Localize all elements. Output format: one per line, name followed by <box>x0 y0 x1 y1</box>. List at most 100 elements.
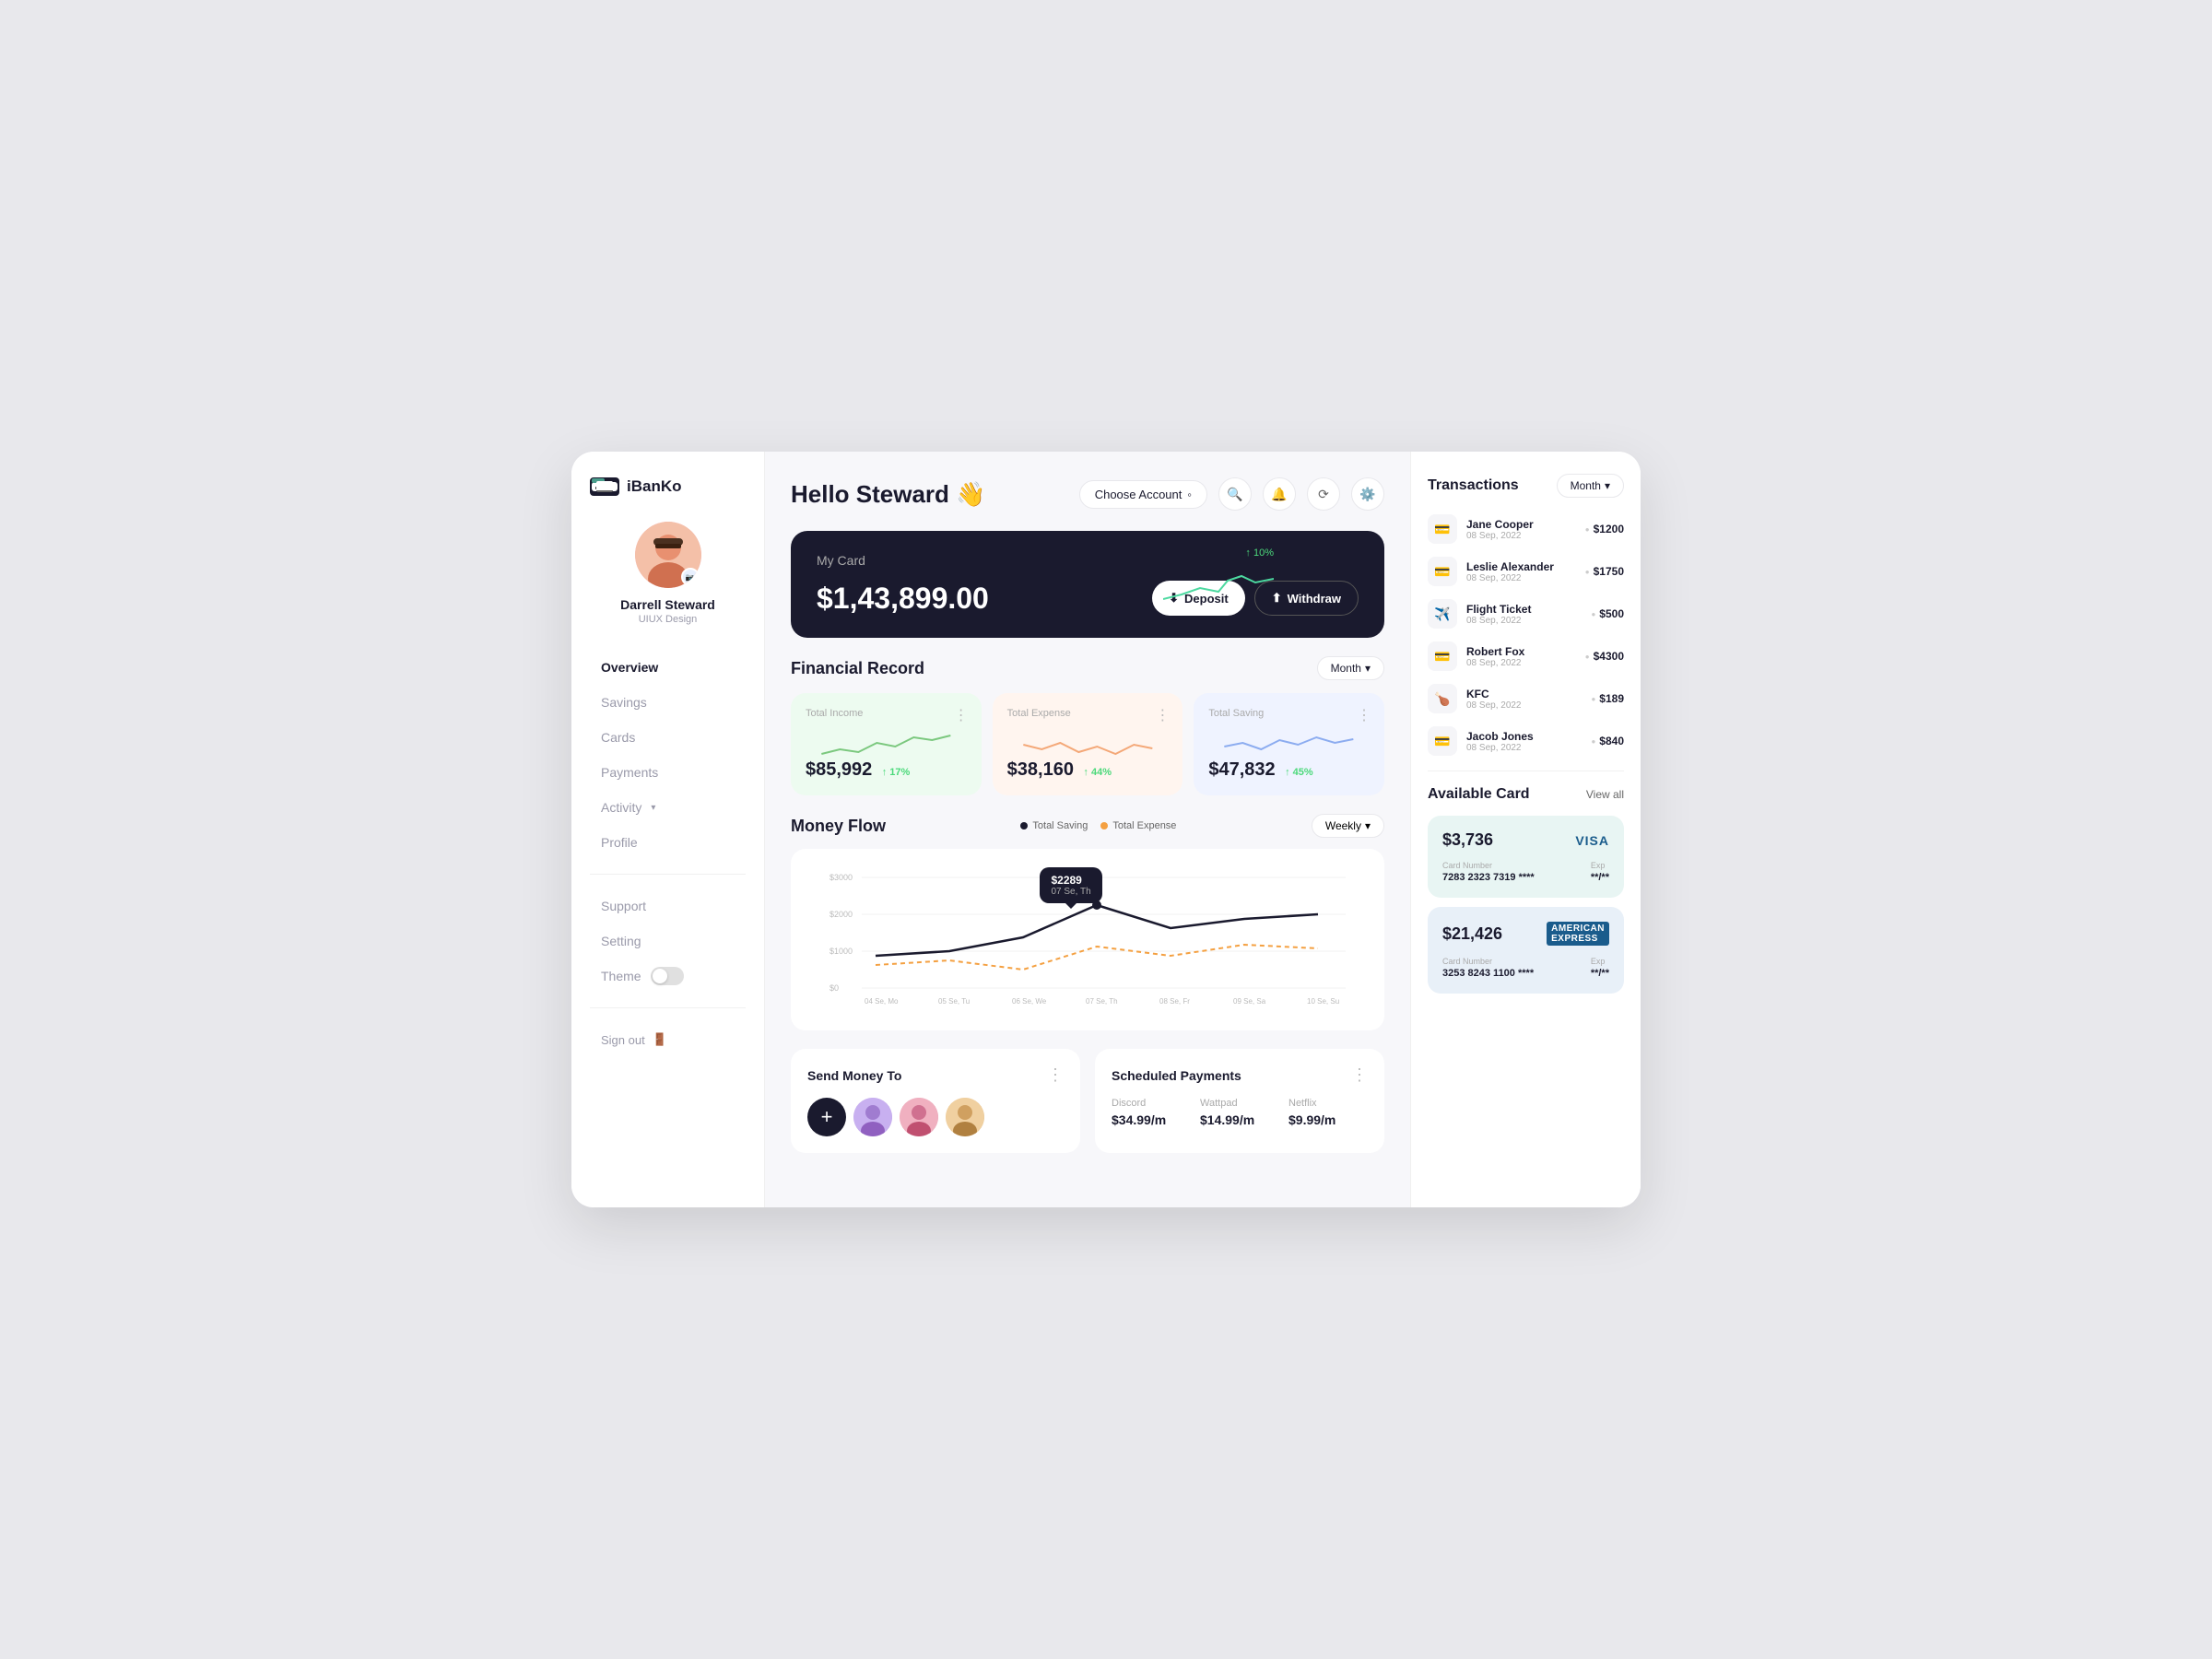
recipient-avatar-1[interactable] <box>853 1098 892 1136</box>
transaction-name-1: Leslie Alexander <box>1466 560 1576 573</box>
sidebar-item-label-savings: Savings <box>601 695 647 710</box>
main-header: Hello Steward 👋 Choose Account ◦ 🔍 🔔 ⟳ ⚙… <box>791 477 1384 511</box>
expense-card-menu[interactable]: ⋮ <box>1155 706 1170 724</box>
transactions-month-button[interactable]: Month ▾ <box>1557 474 1624 498</box>
sidebar-item-profile[interactable]: Profile <box>590 826 746 859</box>
saving-mini-chart <box>1208 726 1370 759</box>
amex-number-label: Card Number <box>1442 957 1534 966</box>
transaction-icon-flight: ✈️ <box>1428 599 1457 629</box>
toggle-thumb <box>653 969 667 983</box>
profile-name: Darrell Steward <box>620 597 715 612</box>
transaction-info-flight: Flight Ticket 08 Sep, 2022 <box>1466 603 1582 626</box>
notification-button[interactable]: 🔔 <box>1263 477 1296 511</box>
financial-record-month-button[interactable]: Month ▾ <box>1317 656 1384 680</box>
send-money-menu[interactable]: ⋮ <box>1047 1065 1064 1085</box>
income-card: Total Income ⋮ $85,992 ↑ 17% <box>791 693 982 795</box>
transaction-amount-2: ● $500 <box>1591 607 1624 620</box>
sidebar-item-overview[interactable]: Overview <box>590 651 746 684</box>
transaction-icon-jane: 💳 <box>1428 514 1457 544</box>
visa-brand: VISA <box>1575 833 1609 848</box>
transaction-name-3: Robert Fox <box>1466 645 1576 658</box>
discord-name: Discord <box>1112 1098 1191 1109</box>
withdraw-label: Withdraw <box>1288 592 1341 606</box>
sidebar-item-activity[interactable]: Activity ▾ <box>590 791 746 824</box>
recipient-avatar-2[interactable] <box>900 1098 938 1136</box>
my-card-label: My Card <box>817 553 1359 568</box>
svg-text:$2000: $2000 <box>830 910 853 919</box>
logo-area: iBanKo <box>590 477 746 496</box>
my-card-section: My Card ↑ 10% $1,43,899.00 ⬇ Deposit ⬆ W… <box>791 531 1384 638</box>
transaction-name-5: Jacob Jones <box>1466 730 1582 743</box>
financial-records-grid: Total Income ⋮ $85,992 ↑ 17% Total Expen… <box>791 693 1384 795</box>
scheduled-payments-title: Scheduled Payments <box>1112 1068 1241 1083</box>
sidebar: iBanKo 📷 Darrell Steward UIUX Design Ove… <box>571 452 765 1207</box>
visa-exp-label: Exp <box>1591 861 1609 870</box>
send-avatars: + <box>807 1098 1064 1136</box>
sidebar-item-payments[interactable]: Payments <box>590 756 746 789</box>
expense-card-value: $38,160 ↑ 44% <box>1007 759 1169 781</box>
saving-card-value: $47,832 ↑ 45% <box>1208 759 1370 781</box>
transaction-info-jacob: Jacob Jones 08 Sep, 2022 <box>1466 730 1582 753</box>
scheduled-payments-header: Scheduled Payments ⋮ <box>1112 1065 1368 1085</box>
scheduled-items: Discord $34.99/m Wattpad $14.99/m Netfli… <box>1112 1098 1368 1127</box>
search-button[interactable]: 🔍 <box>1218 477 1252 511</box>
amex-balance: $21,426 <box>1442 924 1502 944</box>
svg-text:04 Se, Mo: 04 Se, Mo <box>865 997 899 1006</box>
transaction-amount-5: ● $840 <box>1591 735 1624 747</box>
amex-number-value: 3253 8243 1100 **** <box>1442 968 1534 979</box>
saving-legend-dot <box>1020 822 1028 830</box>
nav-section: Overview Savings Cards Payments Activity… <box>590 651 746 1182</box>
transaction-amount-1: ● $1750 <box>1585 565 1624 578</box>
choose-account-button[interactable]: Choose Account ◦ <box>1079 480 1207 509</box>
svg-text:06 Se, We: 06 Se, We <box>1012 997 1047 1006</box>
income-card-menu[interactable]: ⋮ <box>954 706 969 724</box>
transaction-item: 💳 Jacob Jones 08 Sep, 2022 ● $840 <box>1428 726 1624 756</box>
scheduled-payments-menu[interactable]: ⋮ <box>1351 1065 1368 1085</box>
view-all-button[interactable]: View all <box>1586 788 1624 801</box>
refresh-button[interactable]: ⟳ <box>1307 477 1340 511</box>
visa-card-top: $3,736 VISA <box>1442 830 1609 850</box>
transaction-date-2: 08 Sep, 2022 <box>1466 616 1582 626</box>
signout-button[interactable]: Sign out 🚪 <box>590 1023 746 1056</box>
sidebar-item-cards[interactable]: Cards <box>590 721 746 754</box>
theme-toggle-row: Theme <box>590 959 746 993</box>
transaction-item: 💳 Leslie Alexander 08 Sep, 2022 ● $1750 <box>1428 557 1624 586</box>
visa-number-value: 7283 2323 7319 **** <box>1442 872 1535 883</box>
sidebar-item-support[interactable]: Support <box>590 889 746 923</box>
theme-toggle-switch[interactable] <box>651 967 684 985</box>
expense-legend-label: Total Expense <box>1112 820 1176 831</box>
transactions-title: Transactions <box>1428 477 1519 494</box>
svg-text:$1000: $1000 <box>830 947 853 956</box>
svg-text:09 Se, Sa: 09 Se, Sa <box>1233 997 1266 1006</box>
transaction-info-leslie: Leslie Alexander 08 Sep, 2022 <box>1466 560 1576 583</box>
expense-legend-dot <box>1100 822 1108 830</box>
money-flow-section: Money Flow Total Saving Total Expense We… <box>791 814 1384 1030</box>
chart-legend: Total Saving Total Expense <box>1020 820 1176 831</box>
income-mini-chart <box>806 726 967 759</box>
my-card-bottom: $1,43,899.00 ⬇ Deposit ⬆ Withdraw <box>817 581 1359 616</box>
sidebar-item-setting[interactable]: Setting <box>590 924 746 958</box>
transaction-info-robert: Robert Fox 08 Sep, 2022 <box>1466 645 1576 668</box>
saving-card-menu[interactable]: ⋮ <box>1357 706 1371 724</box>
sidebar-item-label-support: Support <box>601 899 646 913</box>
amex-exp-label: Exp <box>1591 957 1609 966</box>
transaction-item: 💳 Robert Fox 08 Sep, 2022 ● $4300 <box>1428 641 1624 671</box>
transaction-date-3: 08 Sep, 2022 <box>1466 658 1576 668</box>
transaction-date-4: 08 Sep, 2022 <box>1466 700 1582 711</box>
recipient-avatar-3[interactable] <box>946 1098 984 1136</box>
add-recipient-button[interactable]: + <box>807 1098 846 1136</box>
transaction-icon-robert: 💳 <box>1428 641 1457 671</box>
weekly-button[interactable]: Weekly ▾ <box>1312 814 1384 838</box>
transaction-icon-leslie: 💳 <box>1428 557 1457 586</box>
expense-card: Total Expense ⋮ $38,160 ↑ 44% <box>993 693 1183 795</box>
sidebar-item-savings[interactable]: Savings <box>590 686 746 719</box>
amex-number-field: Card Number 3253 8243 1100 **** <box>1442 957 1534 979</box>
money-flow-header: Money Flow Total Saving Total Expense We… <box>791 814 1384 838</box>
amex-exp-field: Exp **/** <box>1591 957 1609 979</box>
svg-text:05 Se, Tu: 05 Se, Tu <box>938 997 970 1006</box>
visa-card-details: Card Number 7283 2323 7319 **** Exp **/*… <box>1442 861 1609 883</box>
visa-exp-value: **/** <box>1591 872 1609 883</box>
settings-button[interactable]: ⚙️ <box>1351 477 1384 511</box>
card-chart-area: ↑ 10% <box>1163 547 1274 608</box>
expense-card-label: Total Expense <box>1007 708 1169 719</box>
